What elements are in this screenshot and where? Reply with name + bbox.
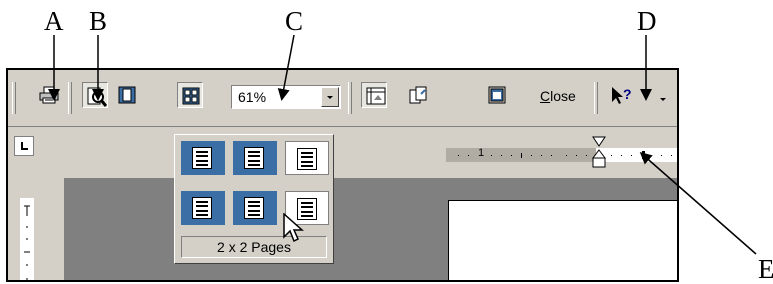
callout-c: C — [285, 6, 304, 36]
grid-cell-2-2[interactable] — [233, 191, 277, 225]
callout-a: A — [44, 6, 64, 36]
one-page-icon — [118, 86, 136, 104]
full-screen-icon — [488, 86, 506, 104]
full-screen-button[interactable] — [484, 82, 510, 108]
separator — [594, 82, 598, 114]
print-button[interactable] — [35, 82, 61, 108]
tab-selector[interactable] — [14, 136, 34, 156]
close-preview-button[interactable]: Close — [540, 88, 576, 104]
multiple-pages-button[interactable] — [177, 82, 203, 108]
page-icon — [192, 197, 212, 219]
close-mnemonic: C — [540, 88, 551, 104]
vertical-ruler — [20, 198, 34, 280]
shrink-to-fit-button[interactable] — [405, 82, 431, 108]
grid-cell-1-2[interactable] — [233, 141, 277, 175]
multiple-pages-popup: 2 x 2 Pages — [174, 134, 334, 264]
printer-icon — [39, 86, 59, 104]
multiple-pages-icon — [182, 87, 200, 105]
view-ruler-icon — [366, 87, 386, 105]
callout-b: B — [89, 6, 108, 36]
svg-text:?: ? — [623, 86, 632, 102]
horizontal-ruler: 1 — [446, 136, 677, 168]
view-ruler-button[interactable] — [361, 82, 387, 108]
toolbar-options-arrow[interactable] — [660, 98, 666, 101]
zoom-combobox[interactable]: 61% — [231, 85, 341, 109]
word-print-preview-screenshot: 61% Close ? 1 2 x 2 Pages — [6, 68, 679, 282]
vertical-ruler-strip — [38, 178, 64, 280]
toolbar-grip[interactable] — [12, 82, 16, 114]
separator — [68, 82, 72, 114]
preview-page — [448, 200, 677, 280]
zoom-value: 61% — [238, 89, 267, 105]
grid-cell-1-1[interactable] — [181, 141, 225, 175]
grid-cell-1-3[interactable] — [285, 141, 329, 175]
context-help-icon: ? — [612, 86, 632, 104]
callout-e: E — [758, 254, 773, 284]
separator — [348, 82, 352, 114]
page-icon — [192, 147, 212, 169]
shrink-to-fit-icon — [409, 86, 427, 104]
context-help-button[interactable]: ? — [607, 82, 633, 108]
magnifier-icon — [87, 87, 107, 107]
magnifier-button[interactable] — [82, 82, 108, 108]
one-page-button[interactable] — [114, 82, 140, 108]
callout-d: D — [637, 6, 657, 36]
grid-cell-2-1[interactable] — [181, 191, 225, 225]
page-icon — [297, 148, 317, 170]
mouse-pointer-icon — [283, 213, 304, 243]
indent-marker[interactable] — [592, 136, 606, 170]
close-label: lose — [550, 88, 576, 104]
page-icon — [244, 197, 264, 219]
print-preview-toolbar: 61% Close ? — [8, 70, 677, 127]
page-icon — [244, 147, 264, 169]
zoom-dropdown-button[interactable] — [321, 87, 339, 107]
